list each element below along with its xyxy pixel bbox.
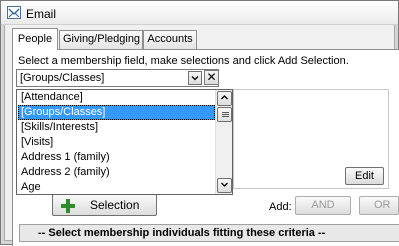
plus-icon	[61, 199, 75, 213]
list-item[interactable]: [Attendance]	[18, 90, 215, 105]
scroll-up-button[interactable]	[217, 91, 232, 106]
tab-people[interactable]: People	[12, 28, 58, 50]
list-item[interactable]: [Skills/Interests]	[18, 120, 215, 135]
email-window: Email People Giving/Pledging Accounts Se…	[0, 0, 399, 246]
edit-button[interactable]: Edit	[345, 167, 384, 185]
chevron-down-icon	[191, 76, 199, 81]
window-title: Email	[26, 7, 57, 21]
title-bar: Email	[1, 1, 398, 25]
membership-field-dropdown-list[interactable]: [Attendance] [Groups/Classes] [Skills/In…	[16, 89, 233, 195]
membership-field-select[interactable]: [Groups/Classes]	[16, 69, 219, 87]
criteria-header: -- Select membership individuals fitting…	[19, 224, 399, 242]
email-window-icon	[7, 6, 21, 19]
list-item[interactable]: Age	[18, 180, 215, 195]
selection-button-label: Selection	[90, 198, 140, 212]
chevron-down-icon	[221, 182, 228, 187]
tab-label: Accounts	[147, 33, 193, 45]
list-item[interactable]: [Visits]	[18, 135, 215, 150]
and-button[interactable]: AND	[295, 196, 351, 215]
combo-dropdown-button[interactable]	[188, 71, 202, 85]
scroll-down-button[interactable]	[217, 178, 232, 193]
dropdown-scrollbar[interactable]	[215, 90, 232, 194]
instruction-text: Select a membership field, make selectio…	[18, 55, 349, 67]
tab-accounts[interactable]: Accounts	[143, 30, 197, 49]
tab-giving-pledging[interactable]: Giving/Pledging	[59, 30, 143, 49]
list-item[interactable]: Address 1 (family)	[18, 150, 215, 165]
selected-field-value: [Groups/Classes]	[20, 72, 105, 84]
tab-label: People	[17, 33, 53, 45]
chevron-up-icon	[221, 95, 228, 100]
list-item-selected[interactable]: [Groups/Classes]	[18, 105, 215, 120]
add-label: Add:	[269, 201, 292, 213]
clear-field-button[interactable]: ✕	[204, 70, 219, 85]
add-selection-button[interactable]: Selection	[52, 194, 157, 216]
tab-label: Giving/Pledging	[63, 33, 141, 45]
list-item[interactable]: Address 2 (family)	[18, 165, 215, 180]
or-button[interactable]: OR	[359, 196, 399, 215]
scroll-thumb[interactable]	[217, 107, 232, 122]
